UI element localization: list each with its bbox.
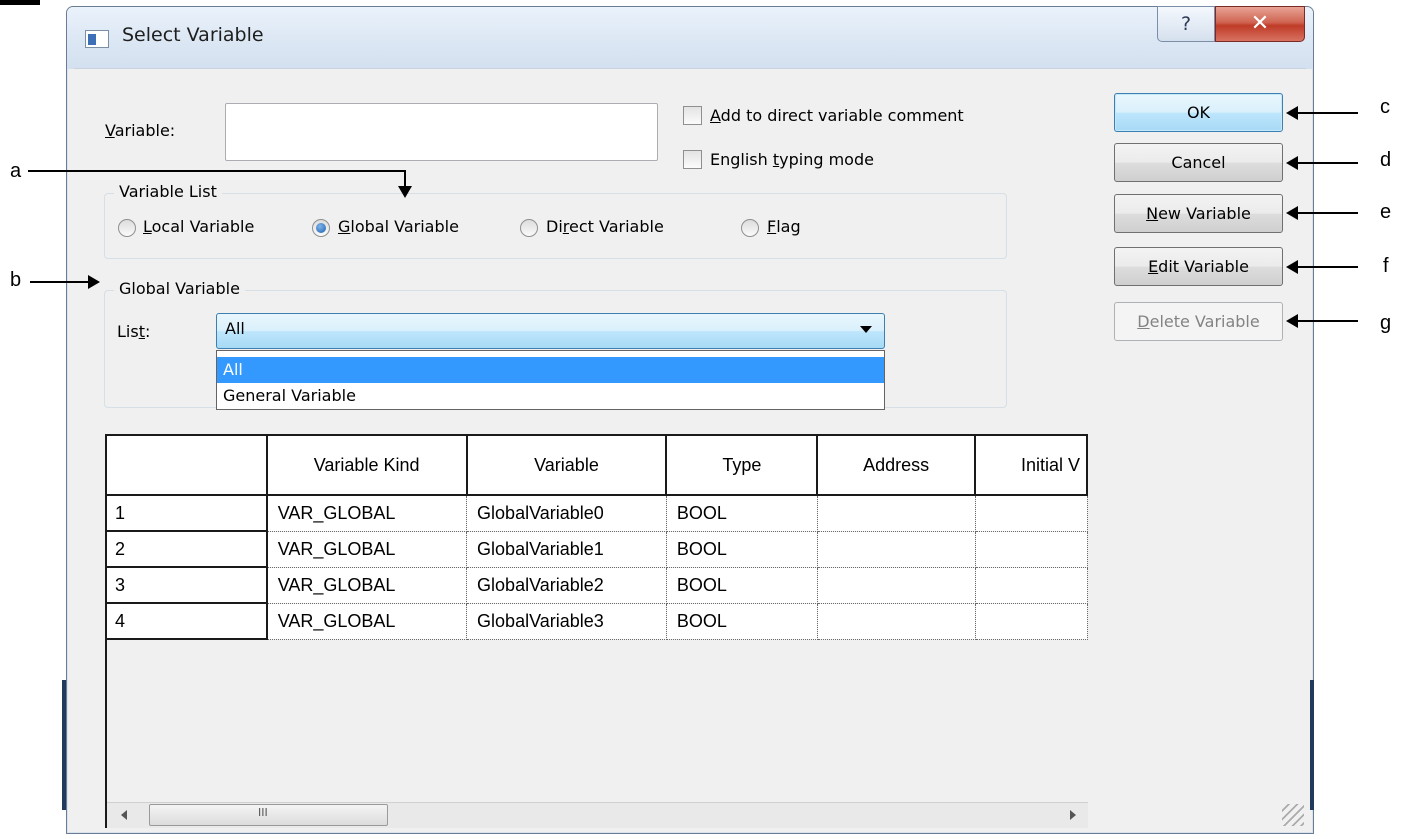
list-label: List: <box>117 322 151 341</box>
variable-table: Variable Kind Variable Type Address Init… <box>105 434 1088 828</box>
row-number[interactable]: 4 <box>107 603 268 640</box>
cell-type[interactable]: BOOL <box>666 531 818 568</box>
callout-a-label: a <box>10 160 22 182</box>
callout-a-line <box>28 170 406 172</box>
callout-d-line <box>1296 162 1358 164</box>
radio-flag[interactable] <box>741 219 759 237</box>
list-select[interactable] <box>216 313 885 349</box>
cancel-button[interactable]: Cancel <box>1114 143 1283 182</box>
variable-label: Variable: <box>105 121 176 140</box>
column-header-row-number[interactable] <box>107 436 268 496</box>
cell-variable-kind[interactable]: VAR_GLOBAL <box>266 531 468 568</box>
cell-address[interactable] <box>817 567 976 604</box>
cell-variable[interactable]: GlobalVariable0 <box>466 495 667 532</box>
cell-variable-kind[interactable]: VAR_GLOBAL <box>266 495 468 532</box>
variable-input[interactable] <box>225 103 658 161</box>
cell-address[interactable] <box>817 603 976 640</box>
row-number[interactable]: 3 <box>107 567 268 604</box>
english-typing-checkbox-label[interactable]: English typing mode <box>710 150 874 169</box>
resize-grip-icon[interactable] <box>1282 804 1304 826</box>
radio-local-variable[interactable] <box>118 219 136 237</box>
callout-e-label: e <box>1380 201 1392 223</box>
cell-variable[interactable]: GlobalVariable3 <box>466 603 667 640</box>
callout-g-line <box>1296 320 1358 322</box>
add-comment-checkbox-label[interactable]: Add to direct variable comment <box>710 106 964 125</box>
new-variable-button[interactable]: New Variable <box>1114 194 1283 233</box>
help-icon: ? <box>1180 13 1192 35</box>
table-row[interactable]: 2 VAR_GLOBAL GlobalVariable1 BOOL <box>107 531 1088 568</box>
chevron-down-icon[interactable] <box>860 326 872 333</box>
cell-initial-value[interactable] <box>975 567 1088 604</box>
cell-type[interactable]: BOOL <box>666 495 818 532</box>
radio-direct-variable[interactable] <box>520 219 538 237</box>
ok-button[interactable]: OK <box>1114 93 1283 132</box>
list-dropdown: All General Variable <box>216 350 885 410</box>
scroll-left-icon[interactable] <box>121 810 127 820</box>
table-row[interactable]: 1 VAR_GLOBAL GlobalVariable0 BOOL <box>107 495 1088 532</box>
callout-b-line <box>30 281 90 283</box>
radio-global-variable[interactable] <box>312 219 330 237</box>
add-comment-checkbox[interactable] <box>683 106 702 125</box>
callout-c-label: c <box>1380 96 1390 118</box>
callout-b-label: b <box>10 269 22 291</box>
callout-a-arrowhead-icon <box>398 186 412 198</box>
variable-list-group-title: Variable List <box>114 182 222 201</box>
callout-e-line <box>1296 212 1358 214</box>
callout-f-line <box>1296 266 1358 268</box>
cell-address[interactable] <box>817 495 976 532</box>
callout-g-label: g <box>1380 312 1392 334</box>
table-row[interactable]: 4 VAR_GLOBAL GlobalVariable3 BOOL <box>107 603 1088 640</box>
cell-variable[interactable]: GlobalVariable1 <box>466 531 667 568</box>
global-variable-group-title: Global Variable <box>114 279 245 298</box>
table-header-row: Variable Kind Variable Type Address Init… <box>107 436 1088 496</box>
cell-address[interactable] <box>817 531 976 568</box>
cell-initial-value[interactable] <box>975 531 1088 568</box>
english-typing-checkbox[interactable] <box>683 150 702 169</box>
scroll-right-icon[interactable] <box>1070 810 1076 820</box>
cell-variable-kind[interactable]: VAR_GLOBAL <box>266 567 468 604</box>
cell-type[interactable]: BOOL <box>666 603 818 640</box>
column-header-variable-kind[interactable]: Variable Kind <box>266 436 468 496</box>
list-select-value: All <box>225 319 245 338</box>
cell-variable-kind[interactable]: VAR_GLOBAL <box>266 603 468 640</box>
window-edge-right <box>1310 680 1314 810</box>
callout-d-label: d <box>1380 149 1392 171</box>
app-window-icon <box>85 30 109 48</box>
scrollbar-thumb[interactable] <box>149 804 388 826</box>
column-header-address[interactable]: Address <box>817 436 977 496</box>
column-header-initial-value[interactable]: Initial V <box>975 436 1088 496</box>
cell-initial-value[interactable] <box>975 603 1088 640</box>
cell-variable[interactable]: GlobalVariable2 <box>466 567 667 604</box>
radio-direct-variable-label[interactable]: Direct Variable <box>546 217 664 236</box>
radio-global-variable-label[interactable]: Global Variable <box>338 217 459 236</box>
cell-type[interactable]: BOOL <box>666 567 818 604</box>
cropped-caption-fragment <box>0 0 40 5</box>
cell-initial-value[interactable] <box>975 495 1088 532</box>
callout-f-label: f <box>1383 255 1389 277</box>
window-edge-left <box>62 680 66 810</box>
dropdown-option-general-variable[interactable]: General Variable <box>217 383 884 409</box>
column-header-type[interactable]: Type <box>666 436 819 496</box>
dialog-title: Select Variable <box>122 24 264 46</box>
delete-variable-button[interactable]: Delete Variable <box>1114 302 1283 341</box>
radio-local-variable-label[interactable]: Local Variable <box>143 217 254 236</box>
radio-flag-label[interactable]: Flag <box>767 217 801 236</box>
scroll-thumb-grip-icon: III <box>258 806 268 819</box>
callout-c-line <box>1296 112 1358 114</box>
close-icon: ✕ <box>1250 11 1270 36</box>
row-number[interactable]: 1 <box>107 495 268 532</box>
dropdown-option-all[interactable]: All <box>217 357 884 383</box>
close-button[interactable]: ✕ <box>1215 6 1305 42</box>
table-row[interactable]: 3 VAR_GLOBAL GlobalVariable2 BOOL <box>107 567 1088 604</box>
row-number[interactable]: 2 <box>107 531 268 568</box>
help-button[interactable]: ? <box>1157 6 1215 42</box>
edit-variable-button[interactable]: Edit Variable <box>1114 247 1283 286</box>
column-header-variable[interactable]: Variable <box>466 436 668 496</box>
callout-b-arrowhead-icon <box>88 275 100 289</box>
